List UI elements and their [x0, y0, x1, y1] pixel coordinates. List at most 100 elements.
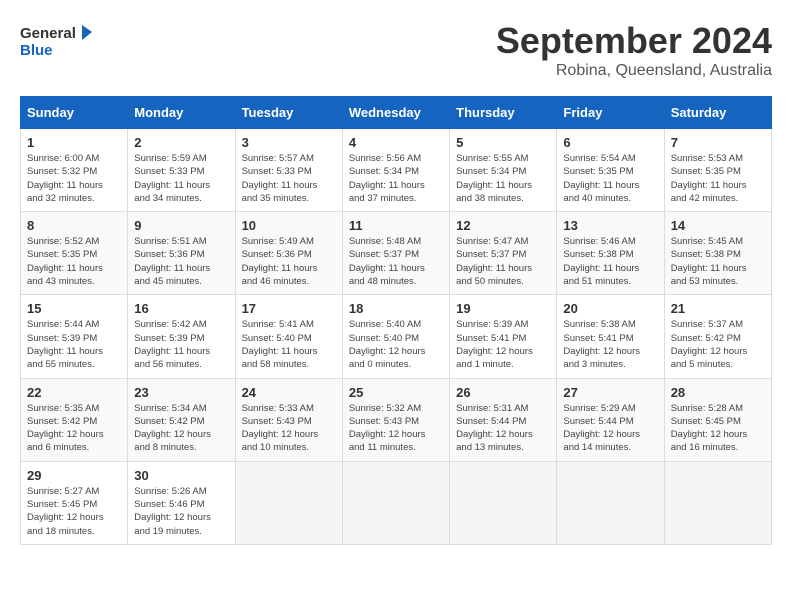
header-saturday: Saturday	[664, 97, 771, 129]
table-row: 16Sunrise: 5:42 AM Sunset: 5:39 PM Dayli…	[128, 295, 235, 378]
table-row: 29 Sunrise: 5:27 AM Sunset: 5:45 PM Dayli…	[21, 461, 128, 544]
day-info: Sunrise: 5:28 AM Sunset: 5:45 PM Dayligh…	[671, 402, 765, 455]
day-info: Sunrise: 5:48 AM Sunset: 5:37 PM Dayligh…	[349, 235, 443, 288]
header-friday: Friday	[557, 97, 664, 129]
header: GeneralBlue September 2024 Robina, Queen…	[20, 20, 772, 80]
table-row: 13 Sunrise: 5:46 AM Sunset: 5:38 PM Dayli…	[557, 212, 664, 295]
day-info: Sunrise: 5:26 AM Sunset: 5:46 PM Dayligh…	[134, 485, 228, 538]
table-row: 25 Sunrise: 5:32 AM Sunset: 5:43 PM Dayli…	[342, 378, 449, 461]
table-row: 21 Sunrise: 5:37 AM Sunset: 5:42 PM Dayli…	[664, 295, 771, 378]
table-row: 26Sunrise: 5:31 AM Sunset: 5:44 PM Dayli…	[450, 378, 557, 461]
day-info: Sunrise: 5:59 AM Sunset: 5:33 PM Dayligh…	[134, 152, 228, 205]
day-number: 8	[27, 218, 121, 233]
day-info: Sunrise: 5:44 AM Sunset: 5:39 PM Dayligh…	[27, 318, 121, 371]
day-info: Sunrise: 5:57 AM Sunset: 5:33 PM Dayligh…	[242, 152, 336, 205]
day-info: Sunrise: 5:33 AM Sunset: 5:43 PM Dayligh…	[242, 402, 336, 455]
calendar-table: Sunday Monday Tuesday Wednesday Thursday…	[20, 96, 772, 545]
day-number: 21	[671, 301, 765, 316]
day-number: 29	[27, 468, 121, 483]
table-row: 17 Sunrise: 5:41 AM Sunset: 5:40 PM Dayli…	[235, 295, 342, 378]
day-info: Sunrise: 5:34 AM Sunset: 5:42 PM Dayligh…	[134, 402, 228, 455]
table-row: 1 Sunrise: 6:00 AM Sunset: 5:32 PM Daylig…	[21, 129, 128, 212]
day-number: 5	[456, 135, 550, 150]
day-info: Sunrise: 5:27 AM Sunset: 5:45 PM Dayligh…	[27, 485, 121, 538]
day-number: 16	[134, 301, 228, 316]
day-number: 26	[456, 385, 550, 400]
day-number: 24	[242, 385, 336, 400]
calendar-header-row: Sunday Monday Tuesday Wednesday Thursday…	[21, 97, 772, 129]
table-row: 11 Sunrise: 5:48 AM Sunset: 5:37 PM Dayli…	[342, 212, 449, 295]
day-number: 11	[349, 218, 443, 233]
day-info: Sunrise: 5:51 AM Sunset: 5:36 PM Dayligh…	[134, 235, 228, 288]
table-row: 6 Sunrise: 5:54 AM Sunset: 5:35 PM Daylig…	[557, 129, 664, 212]
table-row: 28 Sunrise: 5:28 AM Sunset: 5:45 PM Dayli…	[664, 378, 771, 461]
table-row	[557, 461, 664, 544]
day-info: Sunrise: 5:45 AM Sunset: 5:38 PM Dayligh…	[671, 235, 765, 288]
header-tuesday: Tuesday	[235, 97, 342, 129]
table-row: 8Sunrise: 5:52 AM Sunset: 5:35 PM Daylig…	[21, 212, 128, 295]
day-number: 15	[27, 301, 121, 316]
calendar-week-row: 22 Sunrise: 5:35 AM Sunset: 5:42 PM Dayli…	[21, 378, 772, 461]
day-info: Sunrise: 5:53 AM Sunset: 5:35 PM Dayligh…	[671, 152, 765, 205]
day-info: Sunrise: 5:47 AM Sunset: 5:37 PM Dayligh…	[456, 235, 550, 288]
day-number: 1	[27, 135, 121, 150]
table-row: 10Sunrise: 5:49 AM Sunset: 5:36 PM Dayli…	[235, 212, 342, 295]
day-number: 19	[456, 301, 550, 316]
day-number: 7	[671, 135, 765, 150]
day-info: Sunrise: 5:37 AM Sunset: 5:42 PM Dayligh…	[671, 318, 765, 371]
header-monday: Monday	[128, 97, 235, 129]
table-row: 2 Sunrise: 5:59 AM Sunset: 5:33 PM Daylig…	[128, 129, 235, 212]
day-number: 6	[563, 135, 657, 150]
table-row	[342, 461, 449, 544]
day-info: Sunrise: 5:32 AM Sunset: 5:43 PM Dayligh…	[349, 402, 443, 455]
day-info: Sunrise: 6:00 AM Sunset: 5:32 PM Dayligh…	[27, 152, 121, 205]
day-info: Sunrise: 5:46 AM Sunset: 5:38 PM Dayligh…	[563, 235, 657, 288]
table-row: 12 Sunrise: 5:47 AM Sunset: 5:37 PM Dayli…	[450, 212, 557, 295]
table-row: 24 Sunrise: 5:33 AM Sunset: 5:43 PM Dayli…	[235, 378, 342, 461]
day-number: 25	[349, 385, 443, 400]
month-title: September 2024	[496, 20, 772, 62]
calendar-week-row: 1 Sunrise: 6:00 AM Sunset: 5:32 PM Daylig…	[21, 129, 772, 212]
day-number: 23	[134, 385, 228, 400]
table-row: 22 Sunrise: 5:35 AM Sunset: 5:42 PM Dayli…	[21, 378, 128, 461]
calendar-week-row: 29 Sunrise: 5:27 AM Sunset: 5:45 PM Dayli…	[21, 461, 772, 544]
table-row	[235, 461, 342, 544]
logo-icon: GeneralBlue	[20, 20, 100, 60]
day-number: 13	[563, 218, 657, 233]
title-section: September 2024 Robina, Queensland, Austr…	[496, 20, 772, 80]
day-number: 20	[563, 301, 657, 316]
location-title: Robina, Queensland, Australia	[496, 62, 772, 80]
svg-text:Blue: Blue	[20, 42, 53, 59]
table-row: 27 Sunrise: 5:29 AM Sunset: 5:44 PM Dayli…	[557, 378, 664, 461]
table-row: 20 Sunrise: 5:38 AM Sunset: 5:41 PM Dayli…	[557, 295, 664, 378]
table-row: 19Sunrise: 5:39 AM Sunset: 5:41 PM Dayli…	[450, 295, 557, 378]
table-row: 30Sunrise: 5:26 AM Sunset: 5:46 PM Dayli…	[128, 461, 235, 544]
day-info: Sunrise: 5:38 AM Sunset: 5:41 PM Dayligh…	[563, 318, 657, 371]
day-number: 18	[349, 301, 443, 316]
day-info: Sunrise: 5:29 AM Sunset: 5:44 PM Dayligh…	[563, 402, 657, 455]
header-thursday: Thursday	[450, 97, 557, 129]
day-number: 28	[671, 385, 765, 400]
day-info: Sunrise: 5:54 AM Sunset: 5:35 PM Dayligh…	[563, 152, 657, 205]
day-info: Sunrise: 5:55 AM Sunset: 5:34 PM Dayligh…	[456, 152, 550, 205]
day-number: 9	[134, 218, 228, 233]
day-info: Sunrise: 5:41 AM Sunset: 5:40 PM Dayligh…	[242, 318, 336, 371]
day-number: 4	[349, 135, 443, 150]
table-row: 4 Sunrise: 5:56 AM Sunset: 5:34 PM Daylig…	[342, 129, 449, 212]
header-wednesday: Wednesday	[342, 97, 449, 129]
day-number: 2	[134, 135, 228, 150]
day-info: Sunrise: 5:56 AM Sunset: 5:34 PM Dayligh…	[349, 152, 443, 205]
day-number: 22	[27, 385, 121, 400]
table-row: 9 Sunrise: 5:51 AM Sunset: 5:36 PM Daylig…	[128, 212, 235, 295]
day-number: 27	[563, 385, 657, 400]
day-number: 17	[242, 301, 336, 316]
header-sunday: Sunday	[21, 97, 128, 129]
svg-text:General: General	[20, 25, 76, 42]
day-number: 12	[456, 218, 550, 233]
table-row	[450, 461, 557, 544]
table-row: 3Sunrise: 5:57 AM Sunset: 5:33 PM Daylig…	[235, 129, 342, 212]
calendar-body: 1 Sunrise: 6:00 AM Sunset: 5:32 PM Daylig…	[21, 129, 772, 545]
day-info: Sunrise: 5:35 AM Sunset: 5:42 PM Dayligh…	[27, 402, 121, 455]
day-number: 10	[242, 218, 336, 233]
table-row: 18Sunrise: 5:40 AM Sunset: 5:40 PM Dayli…	[342, 295, 449, 378]
